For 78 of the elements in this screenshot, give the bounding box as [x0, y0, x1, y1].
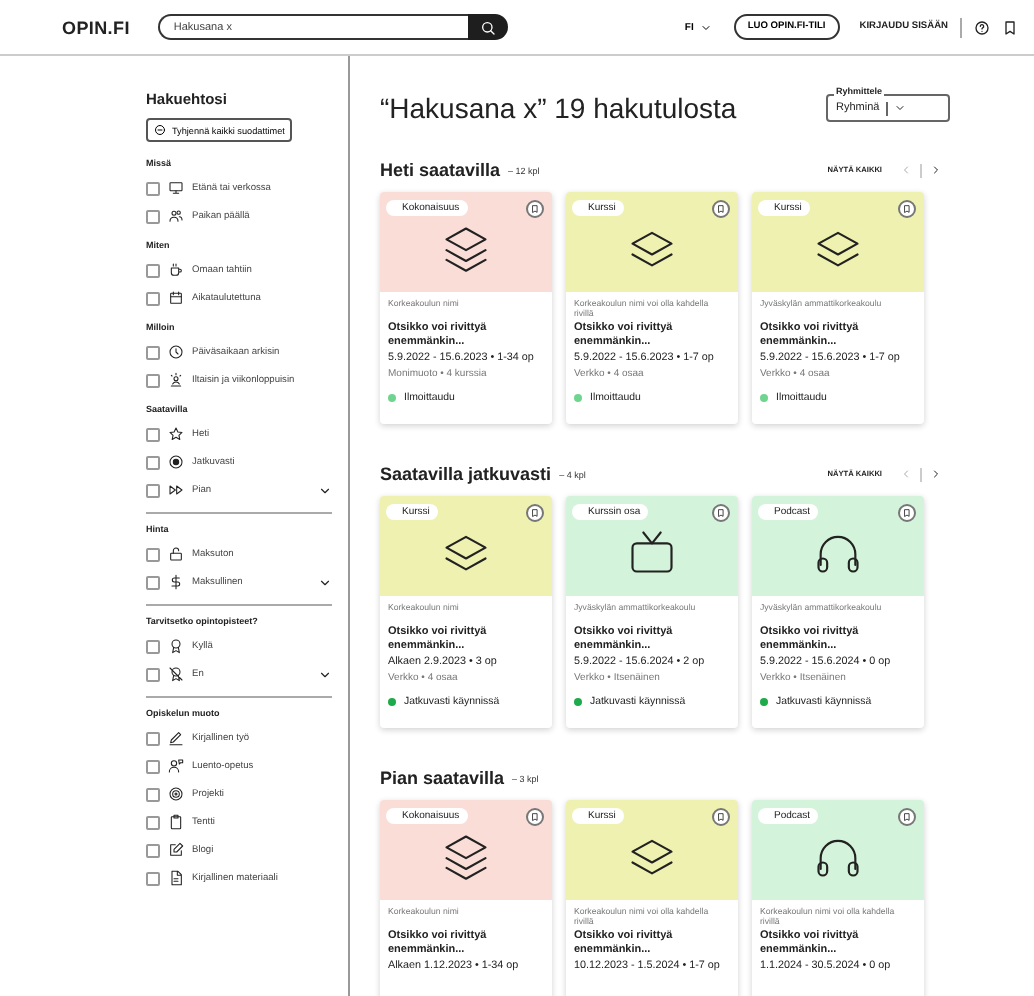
calendar-icon [168, 290, 184, 306]
bookmark-button[interactable] [898, 504, 916, 522]
section-title: Saatavilla jatkuvasti [380, 464, 552, 484]
section-title: Heti saatavilla [380, 160, 501, 180]
bookmark-button[interactable] [712, 504, 730, 522]
bookmark-button[interactable] [712, 200, 730, 218]
tv-icon [626, 526, 678, 578]
padlock-icon [168, 546, 184, 562]
checkbox[interactable] [146, 345, 160, 359]
chevron-down-icon[interactable] [318, 575, 332, 589]
layers-icon [440, 830, 492, 882]
cup-icon [168, 262, 184, 278]
star-icon [168, 426, 184, 442]
crossed-award-icon [168, 666, 184, 682]
search-icon [479, 19, 496, 35]
fast-forward-icon [168, 482, 184, 498]
search-button[interactable] [467, 14, 508, 40]
checkbox[interactable] [146, 455, 160, 469]
bookmark-icon [902, 508, 912, 518]
chevron-left-icon[interactable] [900, 468, 912, 480]
bookmark-icon[interactable] [1002, 19, 1018, 35]
bookmark-button[interactable] [712, 808, 730, 826]
checkbox[interactable] [146, 815, 160, 829]
checkbox[interactable] [146, 291, 160, 305]
checkbox[interactable] [146, 787, 160, 801]
bookmark-button[interactable] [526, 504, 544, 522]
bookmark-button[interactable] [526, 808, 544, 826]
bookmark-button[interactable] [526, 200, 544, 218]
checkbox[interactable] [146, 209, 160, 223]
monitor-icon [168, 180, 184, 196]
person-speech-icon [168, 758, 184, 774]
bookmark-icon [530, 204, 540, 214]
clipboard-icon [168, 814, 184, 830]
minus-circle-icon [154, 124, 166, 136]
results-title: “Hakusana x” 19 hakutulosta [380, 92, 737, 124]
target-icon [168, 786, 184, 802]
chevron-down-icon[interactable] [318, 667, 332, 681]
clock-icon [168, 344, 184, 360]
bookmark-icon [902, 812, 912, 822]
chevron-left-icon[interactable] [900, 164, 912, 176]
layers-icon [440, 222, 492, 274]
chevron-down-icon[interactable] [318, 483, 332, 497]
bookmark-button[interactable] [898, 200, 916, 218]
chevron-down-icon [699, 21, 712, 33]
bookmark-icon [530, 812, 540, 822]
dollar-icon [168, 574, 184, 590]
bookmark-icon [902, 204, 912, 214]
checkbox[interactable] [146, 373, 160, 387]
checkbox[interactable] [146, 483, 160, 497]
checkbox[interactable] [146, 667, 160, 681]
dot-circle-icon [168, 454, 184, 470]
checkbox[interactable] [146, 871, 160, 885]
person-icon [168, 372, 184, 388]
bookmark-icon [530, 508, 540, 518]
checkbox[interactable] [146, 427, 160, 441]
bookmark-icon [716, 812, 726, 822]
chevron-right-icon[interactable] [930, 164, 942, 176]
award-icon [168, 638, 184, 654]
people-icon [168, 208, 184, 224]
checkbox[interactable] [146, 181, 160, 195]
checkbox[interactable] [146, 759, 160, 773]
checkbox[interactable] [146, 263, 160, 277]
bookmark-icon [716, 204, 726, 214]
chevron-down-icon [893, 102, 906, 114]
checkbox[interactable] [146, 843, 160, 857]
bookmark-button[interactable] [898, 808, 916, 826]
checkbox[interactable] [146, 547, 160, 561]
bookmark-icon [716, 508, 726, 518]
checkbox[interactable] [146, 731, 160, 745]
chevron-right-icon[interactable] [930, 468, 942, 480]
logo[interactable]: OPIN.FI [62, 17, 130, 37]
edit-icon [168, 842, 184, 858]
pen-icon [168, 730, 184, 746]
help-icon[interactable] [974, 19, 990, 35]
section-title: Pian saatavilla [380, 768, 505, 788]
document-icon [168, 870, 184, 886]
checkbox[interactable] [146, 575, 160, 589]
checkbox[interactable] [146, 639, 160, 653]
